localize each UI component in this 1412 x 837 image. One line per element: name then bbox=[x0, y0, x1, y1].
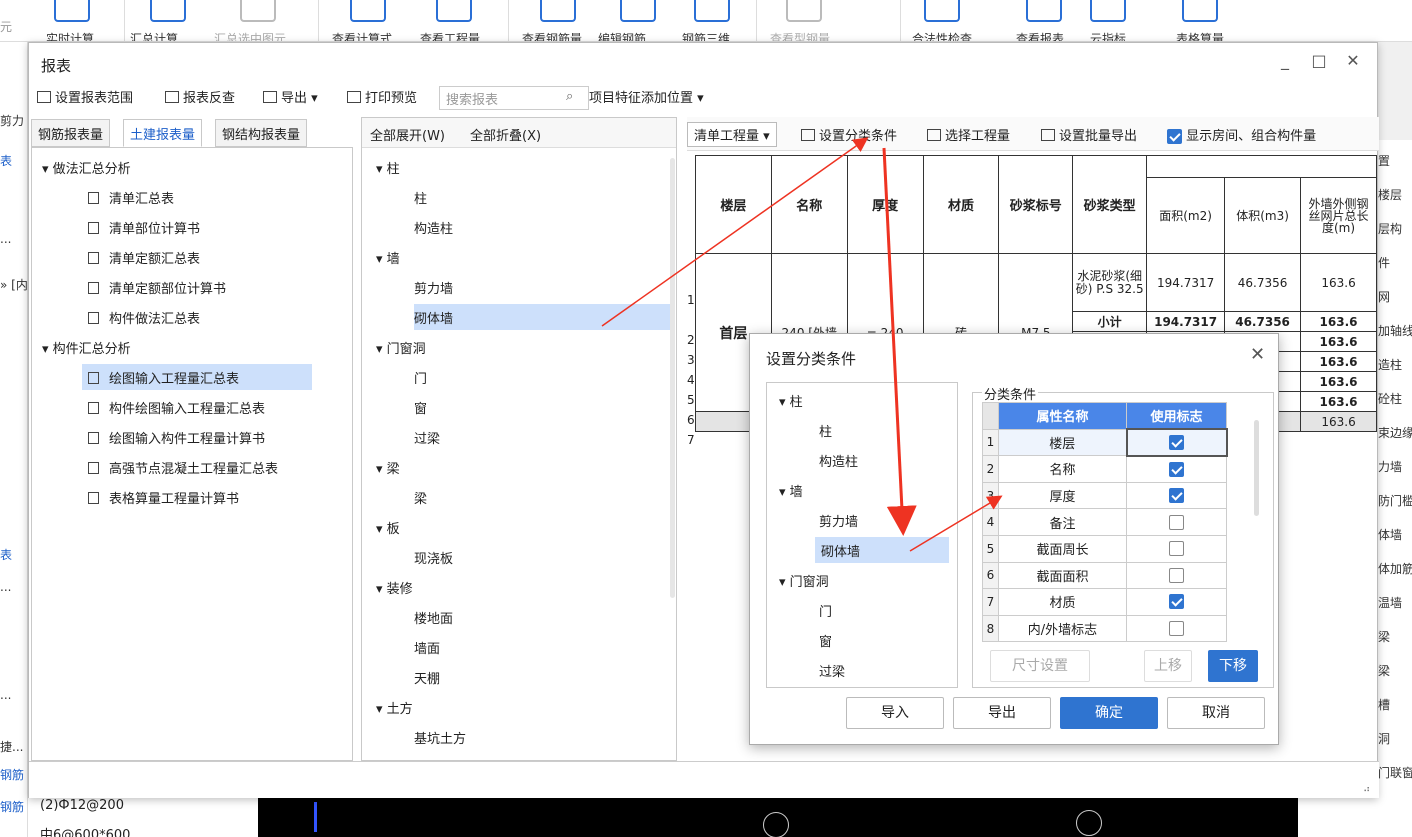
arrow-line bbox=[882, 147, 917, 536]
annotation-arrows bbox=[601, 137, 1003, 552]
arrow-line bbox=[601, 137, 869, 327]
arrow-line bbox=[909, 495, 1003, 552]
